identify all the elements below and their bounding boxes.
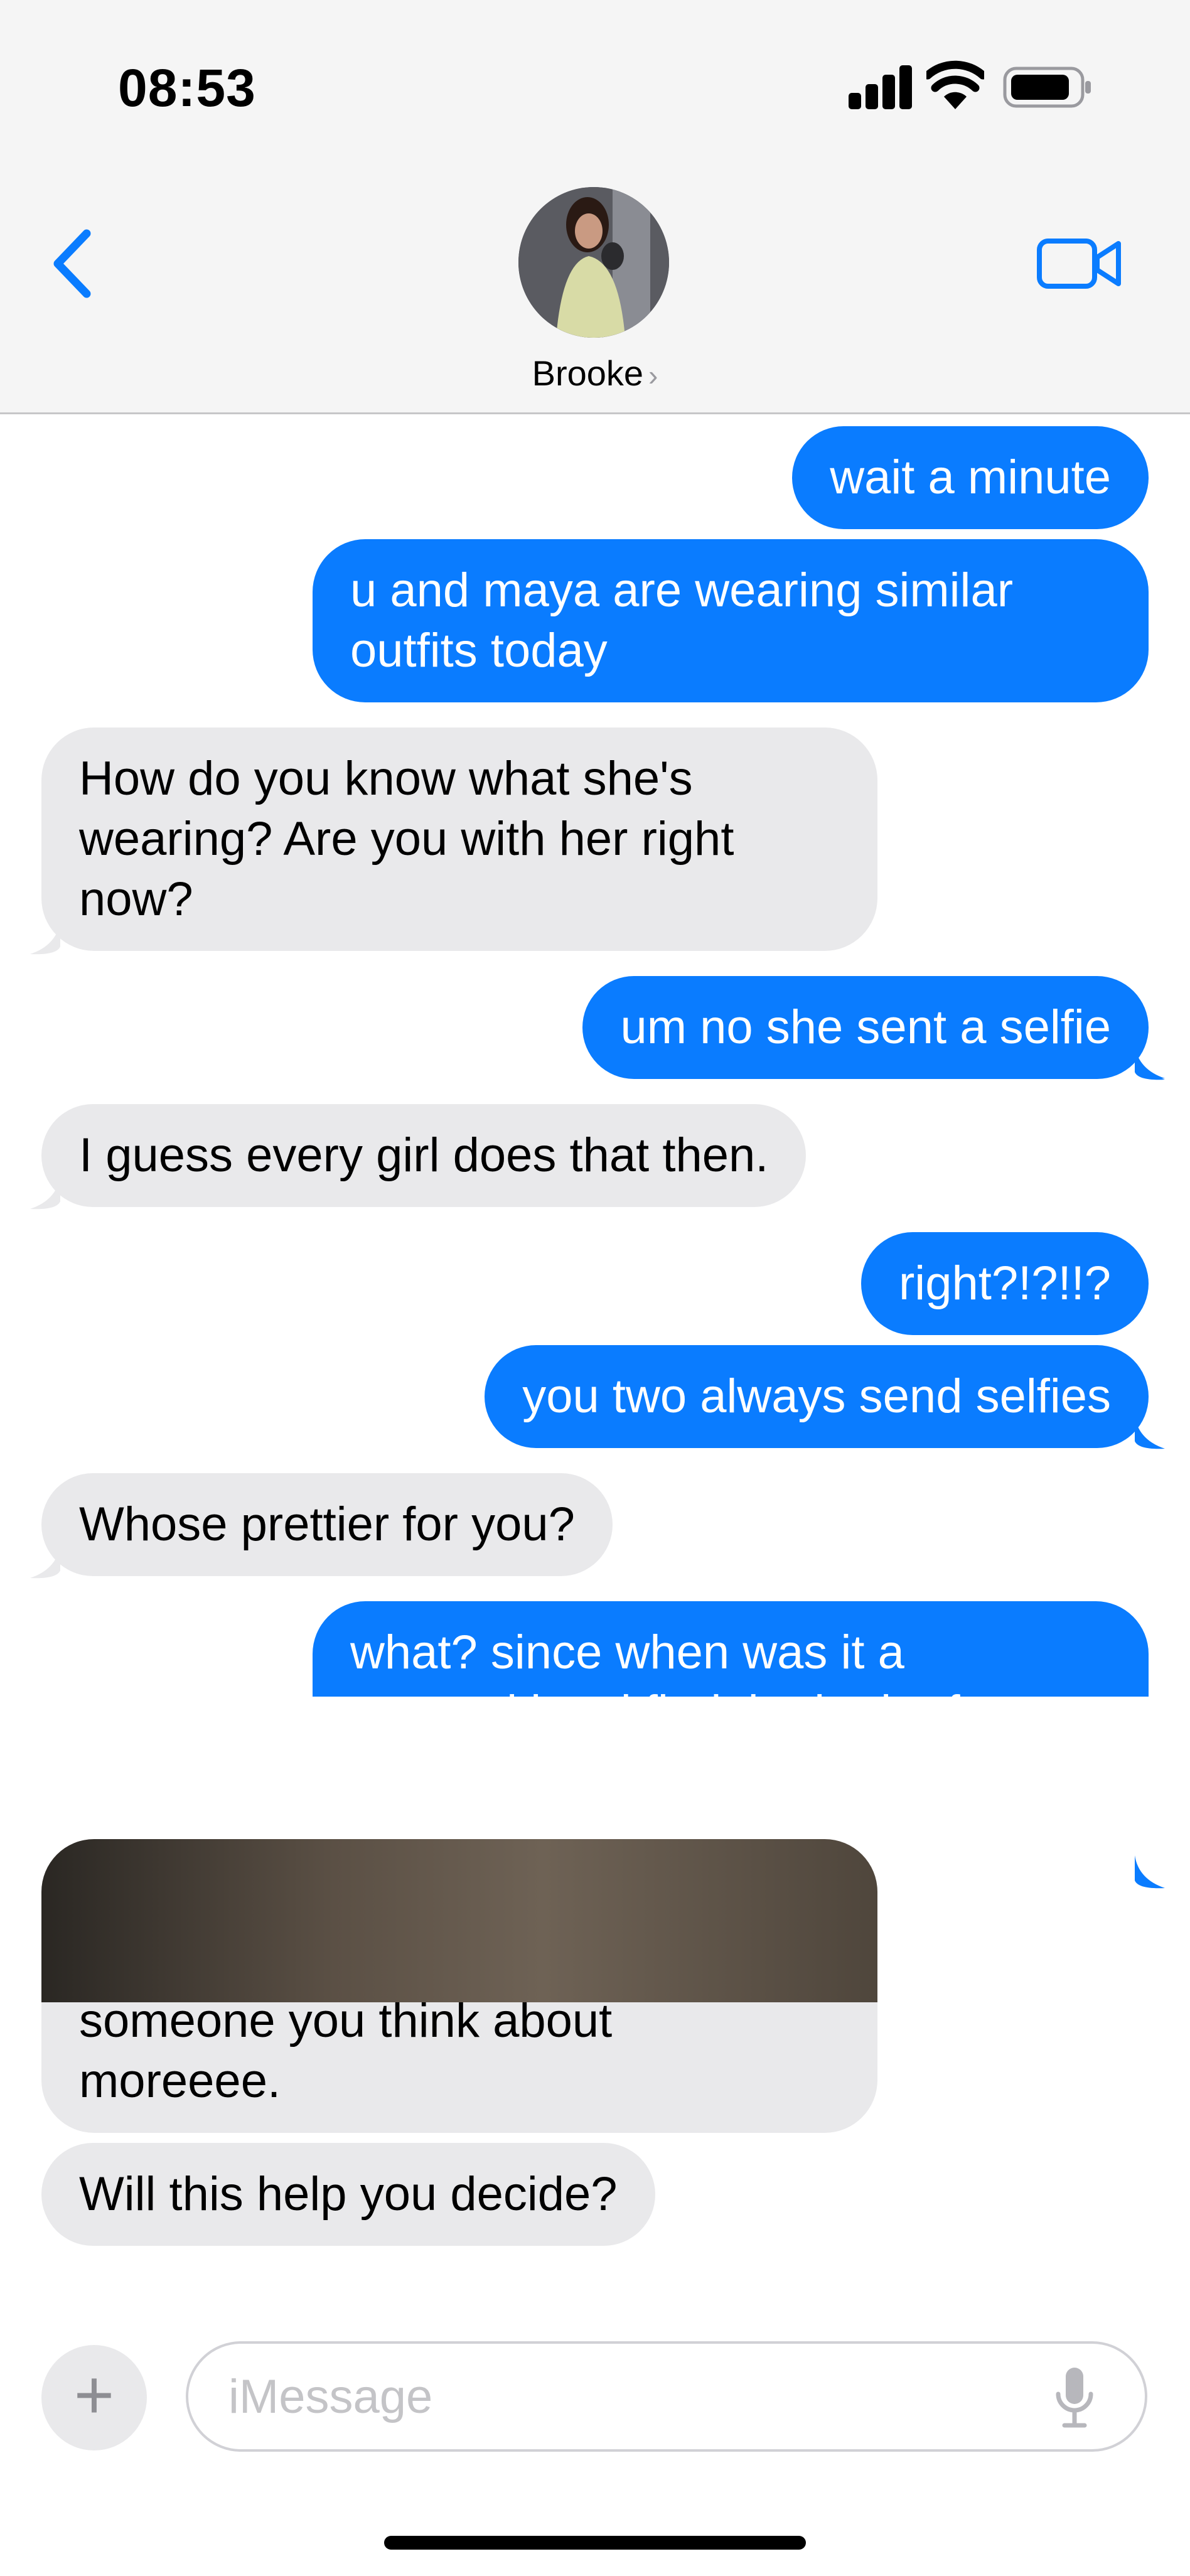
contact-name-button[interactable]: Brooke › bbox=[0, 353, 1190, 394]
message-bubble-sent[interactable]: um no she sent a selfie bbox=[582, 976, 1149, 1079]
message-bubble-received[interactable]: Whose prettier for you? bbox=[41, 1473, 613, 1576]
video-camera-icon[interactable] bbox=[1036, 232, 1123, 295]
message-input[interactable] bbox=[186, 2341, 1147, 2452]
contact-avatar[interactable] bbox=[518, 187, 669, 338]
contact-name: Brooke bbox=[532, 353, 644, 393]
microphone-icon[interactable] bbox=[1054, 2366, 1095, 2429]
message-bubble-received[interactable]: How do you know what she's wearing? Are … bbox=[41, 727, 877, 951]
message-thread[interactable]: wait a minute u and maya are wearing sim… bbox=[0, 416, 1190, 1697]
bubble-tail bbox=[30, 921, 60, 955]
message-bubble-sent[interactable]: right?!?!!? bbox=[861, 1232, 1149, 1335]
bubble-tail bbox=[30, 1545, 60, 1579]
battery-icon bbox=[1003, 67, 1091, 108]
conversation-header: 08:53 Brooke › bbox=[0, 0, 1190, 414]
message-bubble-sent[interactable]: what? since when was it a competition, i… bbox=[313, 1601, 1149, 1697]
message-bubble-received[interactable]: I guess every girl does that then. bbox=[41, 1104, 807, 1207]
message-bubble-sent[interactable]: u and maya are wearing similar outfits t… bbox=[313, 539, 1149, 702]
message-bubble-received[interactable]: Will this help you decide? bbox=[41, 2143, 655, 2246]
status-time: 08:53 bbox=[118, 58, 256, 117]
wifi-icon bbox=[926, 60, 984, 109]
bubble-tail bbox=[1135, 1416, 1165, 1449]
bubble-tail bbox=[30, 1176, 60, 1210]
message-bubble-sent[interactable]: wait a minute bbox=[792, 426, 1149, 529]
message-bubble-sent[interactable]: you two always send selfies bbox=[485, 1345, 1149, 1448]
bubble-tail bbox=[1135, 1855, 1165, 1889]
photo-attachment[interactable] bbox=[41, 1839, 877, 2002]
plus-button[interactable]: + bbox=[41, 2345, 147, 2450]
back-chevron-icon[interactable] bbox=[44, 226, 100, 301]
bubble-tail bbox=[1135, 1047, 1165, 1080]
chevron-right-icon: › bbox=[648, 359, 658, 392]
signal-icon bbox=[849, 65, 912, 109]
home-indicator[interactable] bbox=[384, 2536, 806, 2550]
